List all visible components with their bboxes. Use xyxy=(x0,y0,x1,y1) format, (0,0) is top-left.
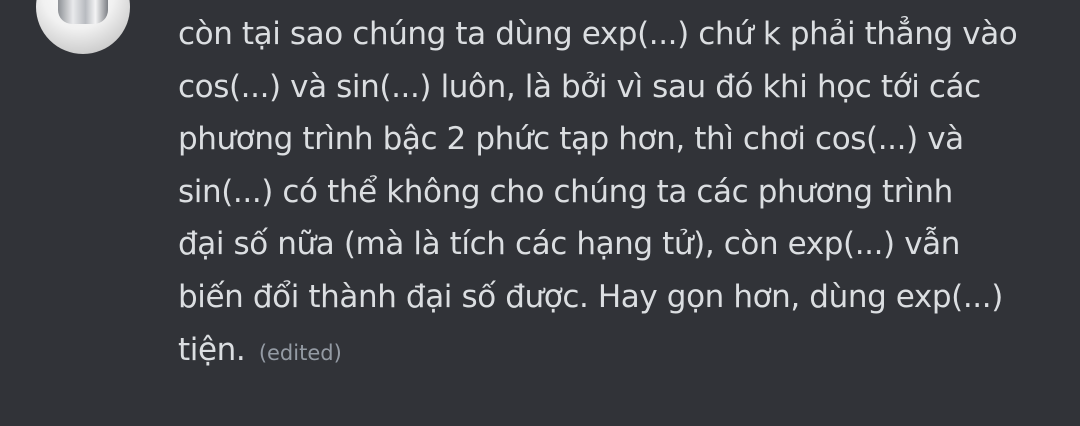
message-line: sin(...) có thể không cho chúng ta các p… xyxy=(178,173,953,210)
avatar[interactable] xyxy=(36,0,130,54)
message-line: còn tại sao chúng ta dùng exp(...) chứ k… xyxy=(178,16,1018,52)
message-line: phương trình bậc 2 phức tạp hơn, thì chơ… xyxy=(178,121,964,158)
message-last-line: tiện. (edited) xyxy=(178,324,1058,380)
message-line: biến đổi thành đại số được. Hay gọn hơn,… xyxy=(178,278,1003,315)
message-content: còn tại sao chúng ta dùng exp(...) chứ k… xyxy=(178,8,1058,379)
chat-view: còn tại sao chúng ta dùng exp(...) chứ k… xyxy=(0,0,1080,426)
avatar-pot-body xyxy=(58,0,108,24)
message-line: tiện. xyxy=(178,331,246,368)
message: còn tại sao chúng ta dùng exp(...) chứ k… xyxy=(178,8,1058,379)
edited-label: (edited) xyxy=(258,340,342,365)
message-line: cos(...) và sin(...) luôn, là bởi vì sau… xyxy=(178,68,981,105)
message-line: đại số nữa (mà là tích các hạng tử), còn… xyxy=(178,226,960,263)
